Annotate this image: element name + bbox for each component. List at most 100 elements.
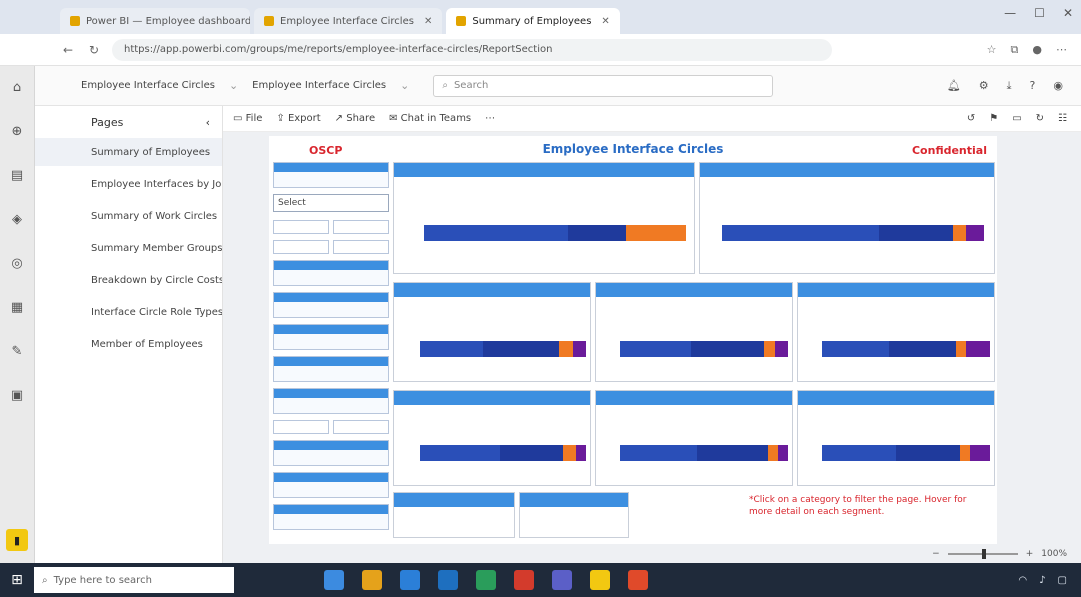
more-options-icon[interactable]: ⋯ [485,113,495,124]
edge-icon[interactable] [400,570,420,590]
breadcrumb-report[interactable]: Employee Interface Circles [252,80,386,91]
visual-card[interactable] [393,492,515,538]
refresh-icon[interactable]: ↻ [86,43,102,57]
stacked-bar[interactable] [822,341,990,357]
stacked-bar[interactable] [620,341,788,357]
slicer-box[interactable] [273,388,389,414]
visual-card[interactable] [519,492,629,538]
outlook-icon[interactable] [438,570,458,590]
chat-teams-button[interactable]: ✉ Chat in Teams [389,113,471,124]
explorer-icon[interactable] [362,570,382,590]
export-menu[interactable]: ⇪ Export [276,113,320,124]
extensions-icon[interactable]: ⧉ [1011,43,1019,57]
slicer-field[interactable] [273,420,329,434]
reset-icon[interactable]: ↺ [967,113,975,124]
account-icon[interactable]: ◉ [1053,79,1063,93]
visual-card[interactable] [699,162,995,274]
page-item[interactable]: Member of Employees [35,330,222,358]
page-item[interactable]: Breakdown by Circle Costs [35,266,222,294]
slicer-field[interactable] [273,220,329,234]
excel-icon[interactable] [476,570,496,590]
notification-center-icon[interactable]: ▢ [1058,575,1067,586]
zoom-slider[interactable] [947,549,1018,559]
browse-icon[interactable]: ▤ [6,164,28,186]
page-item[interactable]: Interface Circle Role Types [35,298,222,326]
visual-card[interactable] [393,390,591,486]
workspaces-icon[interactable]: ▣ [6,384,28,406]
favorite-icon[interactable]: ☆ [987,43,997,57]
slicer-field[interactable] [333,240,389,254]
network-icon[interactable]: ◠ [1018,575,1027,586]
bar-segment[interactable] [625,225,686,241]
comment-icon[interactable]: ☷ [1058,113,1067,124]
notifications-icon[interactable]: 🔔︎ [947,79,961,93]
teams-app-icon[interactable] [552,570,572,590]
taskbar-search[interactable]: ⌕ Type here to search [34,567,234,593]
back-icon[interactable]: ← [60,43,76,57]
slicer-box[interactable] [273,440,389,466]
page-item[interactable]: Employee Interfaces by Job [35,170,222,198]
settings-icon[interactable]: ⚙ [979,79,989,93]
visual-card[interactable] [797,282,995,382]
chrome-icon[interactable] [628,570,648,590]
slicer-field[interactable] [333,420,389,434]
slicer-dropdown[interactable]: Select [273,194,389,212]
windows-start-icon[interactable]: ⊞ [0,563,34,597]
zoom-out-icon[interactable]: − [932,549,940,559]
stacked-bar[interactable] [822,445,990,461]
datahub-icon[interactable]: ◈ [6,208,28,230]
slicer-field[interactable] [333,220,389,234]
visual-card[interactable] [595,282,793,382]
bookmark-icon[interactable]: ⚑ [989,113,998,124]
slicer-box[interactable] [273,504,389,530]
stacked-bar[interactable] [420,445,586,461]
browser-tab-2[interactable]: Employee Interface Circles ✕ [254,8,443,34]
visual-card[interactable] [797,390,995,486]
bar-segment[interactable] [722,225,880,241]
home-icon[interactable]: ⌂ [6,76,28,98]
stacked-bar[interactable] [722,225,984,241]
apps-icon[interactable]: ▦ [6,296,28,318]
stacked-bar[interactable] [424,225,686,241]
page-item[interactable]: Summary of Work Circles [35,202,222,230]
browser-tab-3[interactable]: Summary of Employees ✕ [446,8,620,34]
taskview-icon[interactable] [324,570,344,590]
stacked-bar[interactable] [420,341,586,357]
metrics-icon[interactable]: ◎ [6,252,28,274]
slicer-box[interactable] [273,292,389,318]
close-icon[interactable]: ✕ [424,16,432,27]
bar-segment[interactable] [965,225,984,241]
create-icon[interactable]: ⊕ [6,120,28,142]
breadcrumb-workspace[interactable]: Employee Interface Circles [81,80,215,91]
maximize-icon[interactable]: ☐ [1034,6,1045,20]
stacked-bar[interactable] [620,445,788,461]
slicer-box[interactable] [273,472,389,498]
search-input[interactable]: ⌕ Search [433,74,774,97]
download-icon[interactable]: ⤓ [1007,79,1012,93]
slicer-box[interactable] [273,356,389,382]
powerpoint-icon[interactable] [514,570,534,590]
visual-card[interactable] [595,390,793,486]
slicer-box[interactable] [273,260,389,286]
visual-card[interactable] [393,162,695,274]
page-item[interactable]: Summary Member Groups [35,234,222,262]
minimize-icon[interactable]: — [1004,6,1016,20]
browser-tab-1[interactable]: Power BI — Employee dashboard ✕ [60,8,250,34]
profile-icon[interactable]: ● [1032,43,1042,57]
close-window-icon[interactable]: ✕ [1063,6,1073,20]
more-icon[interactable]: ⋯ [1056,43,1067,57]
bar-segment[interactable] [424,225,569,241]
bar-segment[interactable] [879,225,953,241]
learn-icon[interactable]: ✎ [6,340,28,362]
powerbi-app-icon[interactable] [590,570,610,590]
url-field[interactable]: https://app.powerbi.com/groups/me/report… [112,38,832,61]
bar-segment[interactable] [568,225,626,241]
page-item[interactable]: Summary of Employees [35,138,222,166]
file-menu[interactable]: ▭ File [233,113,262,124]
bar-segment[interactable] [952,225,966,241]
slicer-field[interactable] [273,240,329,254]
visual-card[interactable] [393,282,591,382]
view-icon[interactable]: ▭ [1012,113,1021,124]
zoom-in-icon[interactable]: + [1026,549,1034,559]
collapse-pane-icon[interactable]: ‹ [206,116,210,129]
